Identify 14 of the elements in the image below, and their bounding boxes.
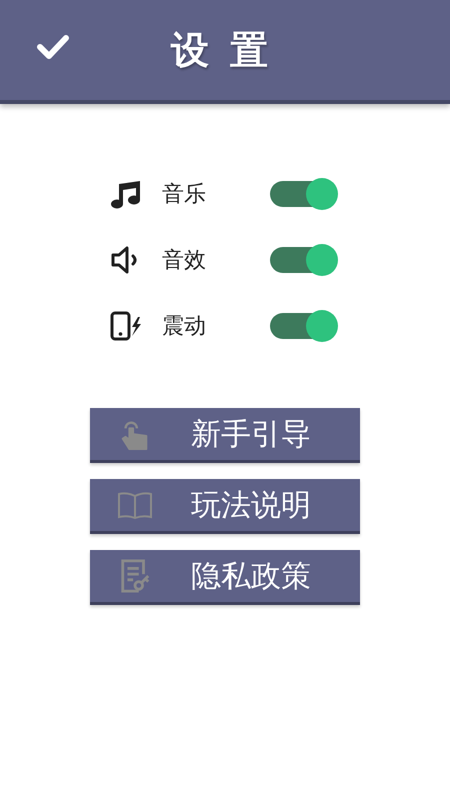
menu-button[interactable]: 隐私政策: [90, 550, 360, 605]
phone-vibrate-icon: [110, 311, 142, 341]
setting-label: 音效: [162, 247, 207, 275]
menu-button[interactable]: 新手引导: [90, 408, 360, 463]
toggle-switch[interactable]: [270, 181, 336, 207]
music-note-icon: [110, 179, 142, 209]
setting-label: 震动: [162, 313, 207, 341]
confirm-check-icon[interactable]: [36, 33, 70, 61]
menu-button[interactable]: 玩法说明: [90, 479, 360, 534]
toggle-switch[interactable]: [270, 313, 336, 339]
setting-label: 音乐: [162, 181, 207, 209]
toggle-switch[interactable]: [270, 247, 336, 273]
book-icon: [117, 490, 153, 520]
screen-title: 设 置: [171, 26, 272, 74]
